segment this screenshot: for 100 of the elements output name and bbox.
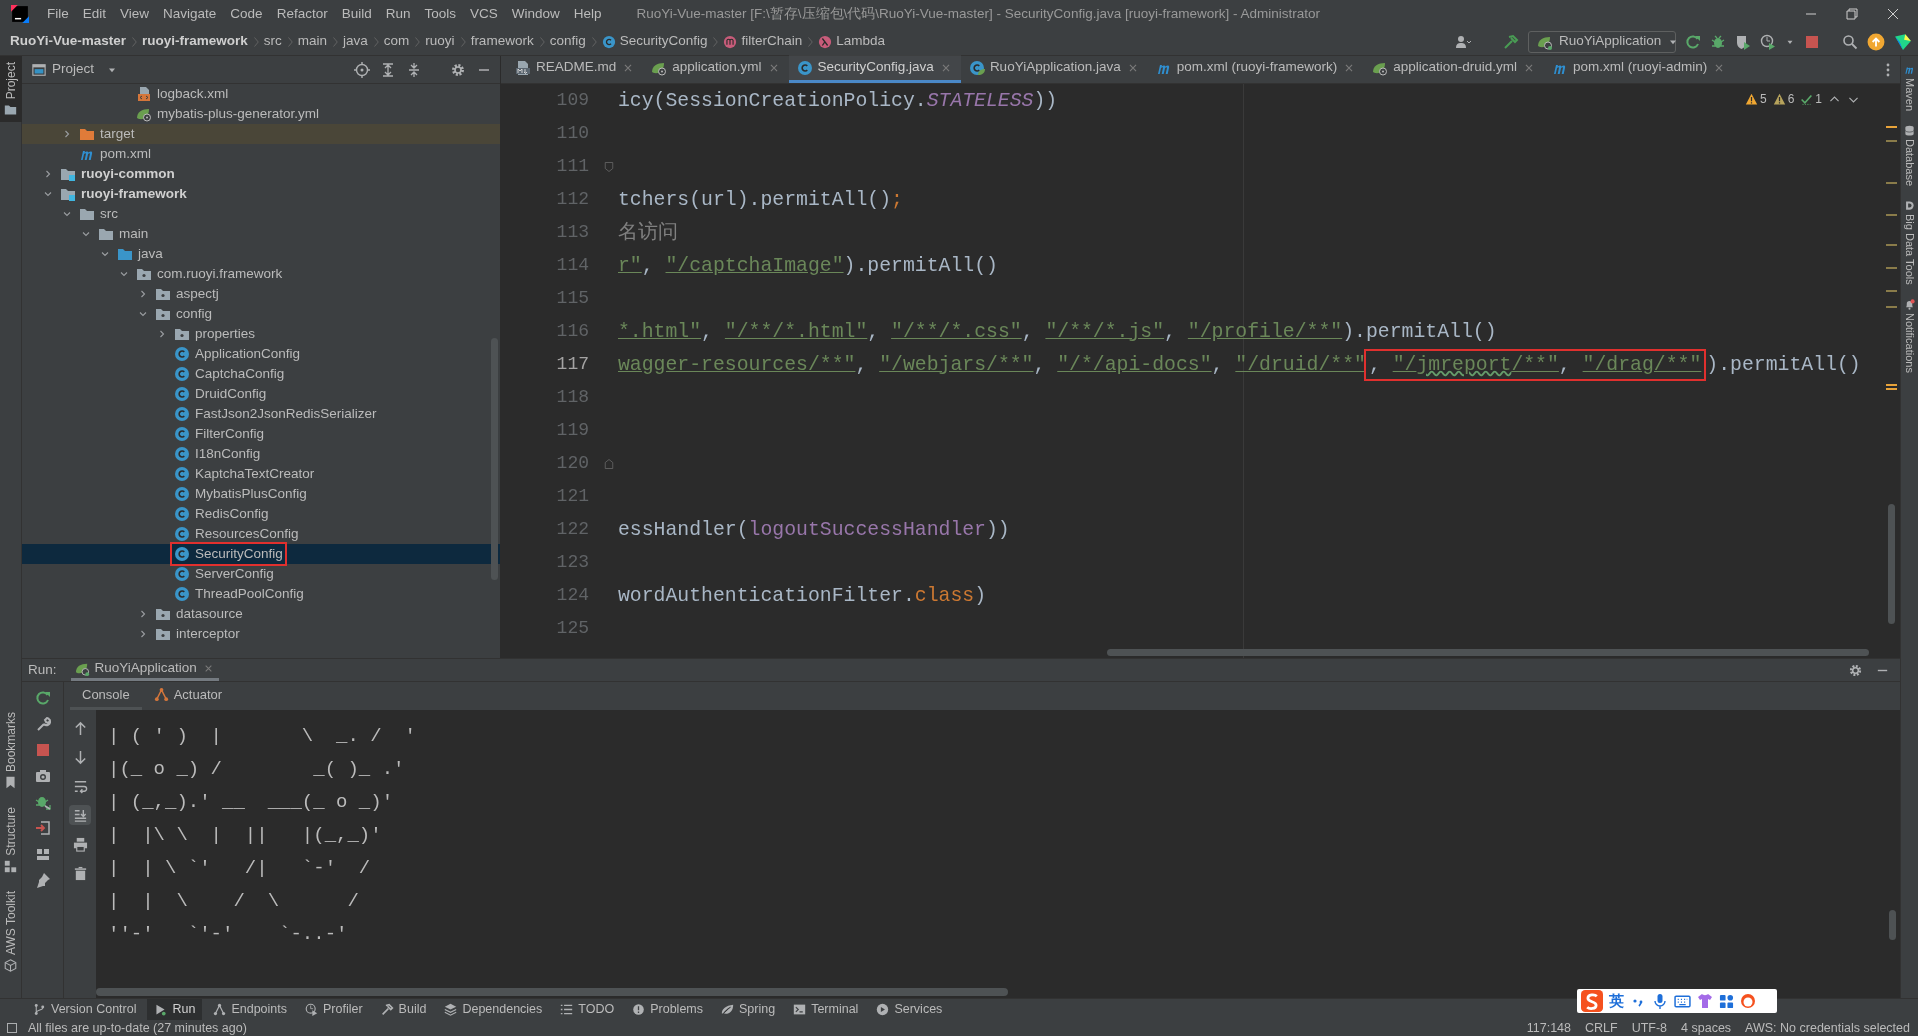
status-item[interactable]: UTF-8	[1631, 1018, 1668, 1036]
exit-icon[interactable]	[34, 820, 51, 836]
editor-tab[interactable]: pom.xml (ruoyi-admin)	[1544, 55, 1735, 83]
editor-tab[interactable]: SecurityConfig.java	[788, 55, 961, 83]
tree-item[interactable]: java	[22, 244, 500, 264]
breadcrumb[interactable]: ruoyi-framework	[142, 31, 248, 52]
breadcrumb[interactable]: src	[263, 31, 282, 52]
editor-tab[interactable]: README.md	[507, 55, 644, 83]
tree-item[interactable]: MybatisPlusConfig	[22, 484, 500, 504]
shield-icon[interactable]	[1735, 33, 1751, 50]
rerun-icon[interactable]	[34, 690, 51, 706]
warning-icon[interactable]	[1772, 92, 1786, 106]
app-logo-icon[interactable]	[11, 5, 29, 23]
hammer-icon[interactable]	[1503, 33, 1519, 50]
user-icon[interactable]	[1453, 33, 1473, 50]
status-item[interactable]: AWS: No credentials selected	[1745, 1018, 1910, 1036]
locate-icon[interactable]	[354, 61, 370, 78]
tree-item[interactable]: FastJson2JsonRedisSerializer	[22, 404, 500, 424]
tool-window-tab[interactable]: Build	[373, 998, 434, 1021]
expand-all-icon[interactable]	[380, 61, 396, 78]
input-mode-toggle[interactable]: 英	[1609, 989, 1624, 1013]
tree-item[interactable]: logback.xml	[22, 84, 500, 104]
scrollbar[interactable]	[96, 988, 1008, 996]
tree-item[interactable]: target	[22, 124, 500, 144]
menu-item[interactable]: VCS	[463, 3, 505, 25]
breadcrumb[interactable]: java	[343, 31, 368, 52]
menu-item[interactable]: Run	[378, 3, 418, 25]
s-logo-icon[interactable]	[1581, 990, 1603, 1012]
tree-item[interactable]: src	[22, 204, 500, 224]
status-item[interactable]: 4 spaces	[1681, 1018, 1732, 1036]
tree-item[interactable]: properties	[22, 324, 500, 344]
scrollbar[interactable]	[1889, 910, 1896, 940]
tool-window-button[interactable]: Structure	[0, 801, 22, 879]
tool-window-tab[interactable]: Dependencies	[437, 998, 550, 1021]
tree-item[interactable]: RedisConfig	[22, 504, 500, 524]
editor-tab[interactable]: pom.xml (ruoyi-framework)	[1147, 55, 1365, 83]
tool-window-button[interactable]: Bookmarks	[0, 706, 22, 796]
toolbox-icon[interactable]	[1894, 32, 1912, 51]
settings-icon[interactable]	[1848, 662, 1863, 678]
breadcrumb[interactable]: com	[383, 31, 410, 52]
menu-item[interactable]: Code	[223, 3, 270, 25]
tree-item[interactable]: I18nConfig	[22, 444, 500, 464]
collapse-all-icon[interactable]	[406, 61, 422, 78]
error-stripe-mark[interactable]	[1886, 384, 1897, 390]
breadcrumb[interactable]: framework	[470, 31, 534, 52]
tree-item[interactable]: datasource	[22, 604, 500, 624]
menu-item[interactable]: Navigate	[156, 3, 224, 25]
tree-item[interactable]: ServerConfig	[22, 564, 500, 584]
camera-icon[interactable]	[34, 768, 51, 784]
microphone-icon[interactable]	[1652, 993, 1668, 1009]
tree-item[interactable]: mybatis-plus-generator.yml	[22, 104, 500, 124]
print-icon[interactable]	[72, 836, 88, 852]
tool-window-button[interactable]: Big Data Tools	[1901, 200, 1918, 285]
status-item[interactable]: CRLF	[1585, 1018, 1618, 1036]
tool-window-tab[interactable]: Terminal	[786, 998, 866, 1021]
tree-item[interactable]: aspectj	[22, 284, 500, 304]
menu-item[interactable]: Build	[334, 3, 379, 25]
fold-marker-icon[interactable]	[603, 457, 615, 470]
breadcrumb[interactable]: ruoyi	[425, 31, 455, 52]
tool-window-button[interactable]: Database	[1901, 125, 1918, 187]
editor-tab[interactable]: application-druid.yml	[1364, 55, 1545, 83]
run-icon[interactable]	[1685, 33, 1701, 50]
stop-icon[interactable]	[34, 742, 51, 758]
tree-item[interactable]: SecurityConfig	[22, 544, 500, 564]
tree-item[interactable]: FilterConfig	[22, 424, 500, 444]
editor-tab[interactable]: RuoYiApplication.java	[960, 55, 1148, 83]
menu-item[interactable]: Refactor	[269, 3, 335, 25]
tool-window-tab[interactable]: Services	[869, 998, 950, 1021]
scrollbar[interactable]	[1107, 649, 1869, 656]
tree-item[interactable]: CaptchaConfig	[22, 364, 500, 384]
breadcrumb[interactable]: config	[549, 31, 586, 52]
tool-window-tab[interactable]: Spring	[714, 998, 783, 1021]
breadcrumb[interactable]: filterChain	[741, 31, 803, 52]
bug-icon[interactable]	[34, 794, 51, 810]
breadcrumb[interactable]: SecurityConfig	[619, 31, 708, 52]
restore-window-icon[interactable]	[1844, 6, 1860, 22]
pin-icon[interactable]	[34, 872, 51, 888]
tree-item[interactable]: ThreadPoolConfig	[22, 584, 500, 604]
close-window-icon[interactable]	[1885, 6, 1901, 22]
update-icon[interactable]	[1867, 32, 1885, 51]
shirt-icon[interactable]	[1697, 993, 1713, 1009]
square-icon[interactable]	[6, 1022, 18, 1034]
stop-icon[interactable]	[1804, 33, 1820, 50]
scrollbar[interactable]	[1888, 504, 1895, 624]
tree-item[interactable]: ruoyi-common	[22, 164, 500, 184]
search-icon[interactable]	[1842, 33, 1858, 50]
tool-window-tab[interactable]: Problems	[625, 998, 710, 1021]
trash-icon[interactable]	[72, 865, 88, 881]
wrap-icon[interactable]	[72, 778, 88, 794]
menu-item[interactable]: Help	[566, 3, 609, 25]
tool-window-tab[interactable]: TODO	[553, 998, 622, 1021]
tree-item[interactable]: DruidConfig	[22, 384, 500, 404]
layout-icon[interactable]	[34, 846, 51, 862]
menu-item[interactable]: Tools	[417, 3, 463, 25]
breadcrumb[interactable]: Lambda	[836, 31, 886, 52]
keyboard-icon[interactable]	[1674, 992, 1691, 1010]
panel-title[interactable]: Project	[52, 59, 95, 80]
breadcrumb[interactable]: RuoYi-Vue-master	[10, 31, 127, 52]
tool-window-tab[interactable]: Endpoints	[206, 998, 294, 1021]
tree-item[interactable]: ResourcesConfig	[22, 524, 500, 544]
